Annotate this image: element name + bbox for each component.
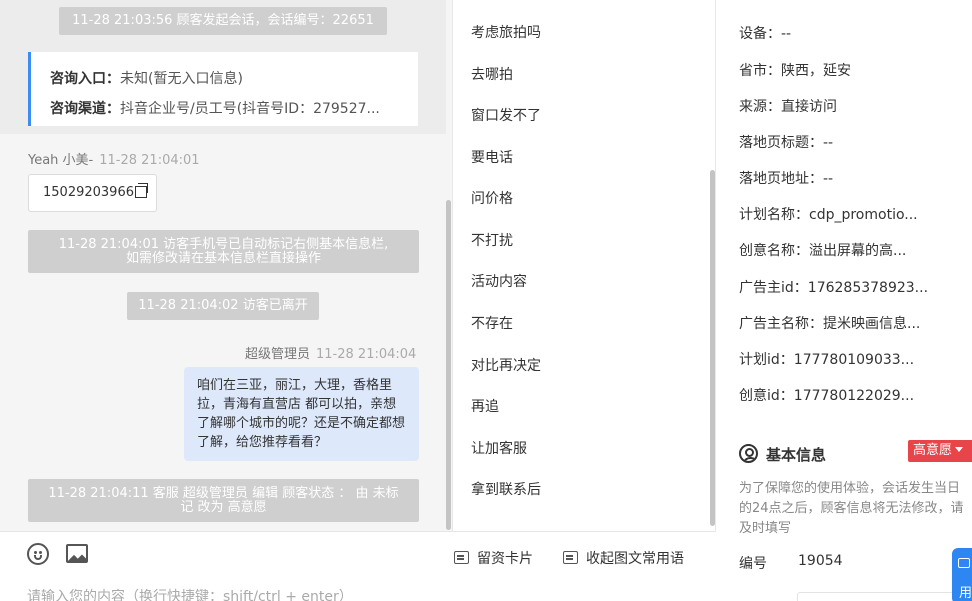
phrase-item[interactable]: 不打扰: [471, 230, 513, 250]
info-field-source: 来源：直接访问: [739, 96, 837, 116]
phrase-item[interactable]: 对比再决定: [471, 355, 541, 375]
copy-icon[interactable]: [134, 183, 148, 198]
emoji-icon[interactable]: [27, 543, 49, 565]
info-field-plan-name: 计划名称：cdp_promotio...: [739, 204, 918, 224]
next-field-input[interactable]: [797, 592, 957, 601]
info-field-device: 设备：--: [739, 23, 791, 43]
field-value: 176285378923...: [807, 280, 929, 296]
consult-entry-label: 咨询入口：: [50, 71, 120, 87]
field-value: 陕西，延安: [781, 63, 851, 79]
intent-status-label: 高意愿: [913, 443, 953, 458]
visitor-message-time: 11-28 21:04:01: [99, 153, 200, 168]
phrase-item[interactable]: 考虑旅拍吗: [471, 22, 541, 42]
phrase-item[interactable]: 拿到联系后: [471, 479, 541, 499]
visitor-info-panel: 设备：-- 省市：陕西，延安 来源：直接访问 落地页标题：-- 落地页地址：--…: [717, 0, 972, 601]
field-label: 广告主id：: [739, 280, 808, 296]
system-message-status-edit: 11-28 21:04:11 客服 超级管理员 编辑 顾客状态 ： 由 未标 记…: [28, 479, 419, 522]
info-field-landing-url: 落地页地址：--: [739, 168, 833, 188]
caret-down-icon: [955, 447, 964, 452]
message-icon: [563, 551, 578, 564]
visitor-phone-bubble: 15029203966: [28, 174, 157, 212]
consult-entry-row: 咨询入口：未知(暂无入口信息): [50, 64, 418, 94]
field-label: 计划id：: [739, 352, 794, 368]
customer-number-label: 编号: [739, 556, 767, 572]
info-field-advertiser-name: 广告主名称：提米映画信息...: [739, 313, 920, 333]
info-field-province: 省市：陕西，延安: [739, 60, 851, 80]
collapse-phrases-label: 收起图文常用语: [586, 551, 684, 567]
consult-entry-value: 未知(暂无入口信息): [120, 71, 243, 87]
field-value: 177780109033...: [793, 352, 915, 368]
info-field-plan-id: 计划id：177780109033...: [739, 349, 914, 369]
field-label: 设备：: [739, 26, 781, 42]
field-value: 直接访问: [781, 99, 837, 115]
field-label: 创意id：: [739, 388, 794, 404]
field-label: 计划名称：: [739, 207, 809, 223]
phrase-item[interactable]: 去哪拍: [471, 64, 513, 84]
chat-bubble-icon: [958, 558, 970, 568]
field-value: --: [781, 26, 792, 42]
edit-deadline-notice: 为了保障您的使用体验，会话发生当日的24点之后，顾客信息将无法修改，请及时填写: [739, 481, 964, 536]
lead-card-button[interactable]: 留资卡片: [454, 548, 533, 568]
phrase-item[interactable]: 让加客服: [471, 438, 527, 458]
lead-card-label: 留资卡片: [477, 551, 533, 567]
field-value: --: [823, 135, 834, 151]
system-message-session-start: 11-28 21:03:56 顾客发起会话，会话编号：22651: [59, 7, 387, 35]
phrase-item[interactable]: 窗口发不了: [471, 105, 541, 125]
agent-message-bubble: 咱们在三亚，丽江，大理，香格里拉，青海有直营店 都可以拍，亲想了解哪个城市的呢？…: [184, 367, 419, 461]
agent-name: 超级管理员: [245, 347, 311, 362]
basic-info-title: 基本信息: [766, 446, 827, 464]
phrase-item[interactable]: 再追: [471, 396, 499, 416]
system-message-visitor-left: 11-28 21:04:02 访客已离开: [127, 292, 319, 320]
person-icon: [739, 444, 758, 463]
phrase-item[interactable]: 活动内容: [471, 271, 527, 291]
intent-status-dropdown[interactable]: 高意愿: [908, 440, 972, 462]
chat-scrollbar[interactable]: [446, 200, 451, 530]
field-label: 落地页地址：: [739, 171, 823, 187]
lead-card-icon: [454, 551, 469, 564]
field-value: 溢出屏幕的高...: [809, 243, 907, 259]
field-label: 来源：: [739, 99, 781, 115]
field-value: 177780122029...: [793, 388, 915, 404]
consult-source-card: 咨询入口：未知(暂无入口信息) 咨询渠道：抖音企业号/员工号(抖音号ID：279…: [28, 52, 418, 126]
customer-number-value: 19054: [798, 553, 843, 569]
field-label: 创意名称：: [739, 243, 809, 259]
collapse-phrases-button[interactable]: 收起图文常用语: [563, 548, 684, 568]
agent-sender-line: 超级管理员 11-28 21:04:04: [245, 343, 416, 362]
message-input[interactable]: 请输入您的内容（换行快捷键：shift/ctrl + enter）: [27, 586, 353, 601]
info-field-creative-id: 创意id：177780122029...: [739, 385, 914, 405]
field-label: 落地页标题：: [739, 135, 823, 151]
quick-phrases-panel: 考虑旅拍吗 去哪拍 窗口发不了 要电话 问价格 不打扰 活动内容 不存在 对比再…: [452, 0, 716, 531]
consult-channel-value: 抖音企业号/员工号(抖音号ID：279527...: [120, 101, 380, 117]
phrases-scrollbar[interactable]: [710, 170, 715, 526]
field-label: 广告主名称：: [739, 316, 823, 332]
agent-message-time: 11-28 21:04:04: [316, 347, 417, 362]
field-value: --: [823, 171, 834, 187]
visitor-name: Yeah 小美-: [28, 153, 94, 168]
visitor-phone-number: 15029203966: [43, 185, 134, 200]
system-phone-line-2: 如需修改请在基本信息栏直接操作: [125, 251, 321, 266]
field-value: 提米映画信息...: [823, 316, 921, 332]
system-message-phone-marked: 11-28 21:04:01 访客手机号已自动标记右侧基本信息栏, 如需修改请在…: [28, 230, 419, 273]
system-edit-line-1: 11-28 21:04:11 客服 超级管理员 编辑 顾客状态 ： 由 未标: [48, 486, 399, 501]
floating-button-label: 用: [959, 586, 972, 601]
basic-info-heading: 基本信息: [739, 441, 826, 465]
phrase-item[interactable]: 不存在: [471, 313, 513, 333]
consult-channel-row: 咨询渠道：抖音企业号/员工号(抖音号ID：279527...: [50, 94, 418, 124]
visitor-sender-line: Yeah 小美- 11-28 21:04:01: [28, 149, 200, 168]
message-input-area: 留资卡片 收起图文常用语 请输入您的内容（换行快捷键：shift/ctrl + …: [0, 531, 716, 601]
info-field-landing-title: 落地页标题：--: [739, 132, 833, 152]
info-field-advertiser-id: 广告主id：176285378923...: [739, 277, 928, 297]
phrase-item[interactable]: 要电话: [471, 147, 513, 167]
phrase-item[interactable]: 问价格: [471, 188, 513, 208]
system-edit-line-2: 记 改为 高意愿: [180, 500, 267, 515]
consult-channel-label: 咨询渠道：: [50, 101, 120, 117]
info-field-creative-name: 创意名称：溢出屏幕的高...: [739, 240, 906, 260]
image-icon[interactable]: [66, 544, 88, 563]
system-phone-line-1: 11-28 21:04:01 访客手机号已自动标记右侧基本信息栏,: [58, 237, 389, 252]
chat-transcript[interactable]: 11-28 21:03:56 顾客发起会话，会话编号：22651 咨询入口：未知…: [0, 0, 452, 531]
field-label: 省市：: [739, 63, 781, 79]
floating-chat-button[interactable]: 用: [952, 548, 972, 601]
field-value: cdp_promotio...: [809, 207, 918, 223]
